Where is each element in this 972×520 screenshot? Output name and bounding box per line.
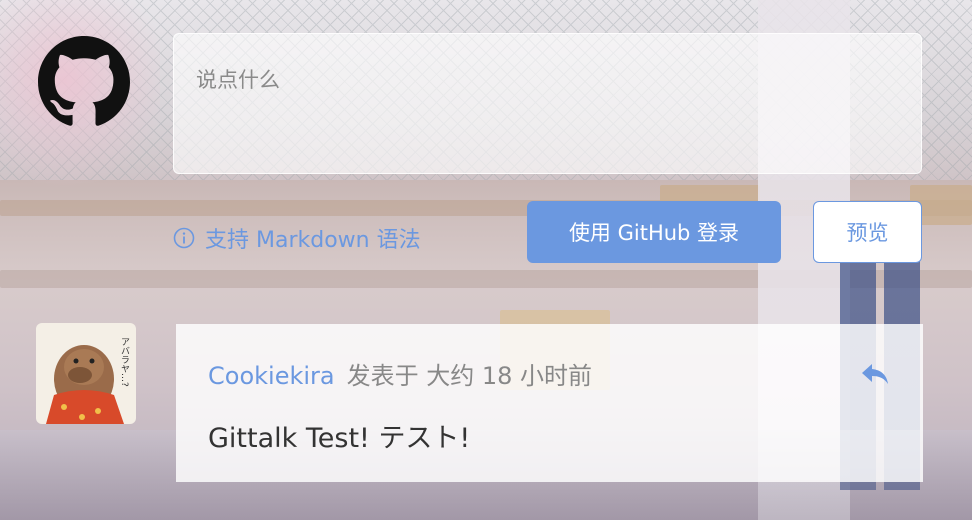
reply-icon[interactable] xyxy=(860,361,890,387)
markdown-help-label: 支持 Markdown 语法 xyxy=(205,228,421,253)
avatar[interactable]: アバラヤ…? xyxy=(36,323,136,424)
comment-author-link[interactable]: Cookiekira xyxy=(208,362,335,390)
github-login-button[interactable]: 使用 GitHub 登录 xyxy=(527,201,781,263)
comment-input[interactable] xyxy=(174,34,921,173)
info-icon xyxy=(173,227,195,249)
comment-header: Cookiekira 发表于 大约 18 小时前 xyxy=(208,356,592,391)
markdown-help-link[interactable]: 支持 Markdown 语法 xyxy=(173,222,421,254)
preview-button[interactable]: 预览 xyxy=(813,201,922,263)
comment-card: Cookiekira 发表于 大约 18 小时前 Gittalk Test! テス… xyxy=(176,324,923,482)
comment-timestamp: 发表于 大约 18 小时前 xyxy=(346,362,593,390)
github-logo-icon xyxy=(38,36,130,128)
comment-body: Gittalk Test! テスト! xyxy=(208,423,471,454)
avatar-caption: アバラヤ…? xyxy=(119,337,130,387)
comment-editor[interactable] xyxy=(173,33,922,174)
